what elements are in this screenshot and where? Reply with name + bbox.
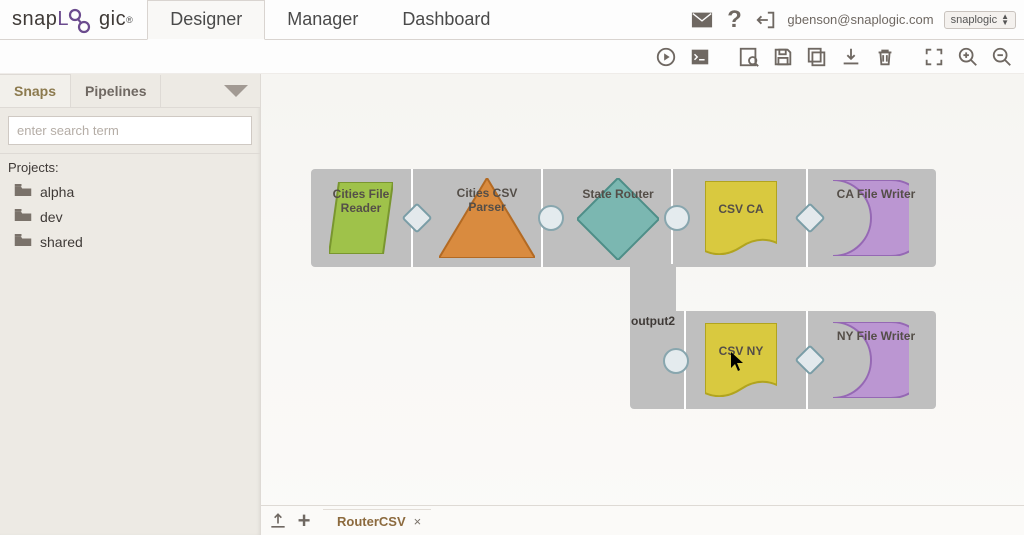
fit-icon[interactable] bbox=[920, 43, 948, 71]
user-email: gbenson@snaplogic.com bbox=[787, 12, 933, 27]
save-icon[interactable] bbox=[769, 43, 797, 71]
snap-connector bbox=[630, 264, 676, 314]
canvas-tab-bar: + RouterCSV × bbox=[261, 505, 1024, 535]
canvas-toolbar bbox=[0, 40, 1024, 74]
snap-csv-ca[interactable] bbox=[705, 181, 777, 255]
terminal-icon[interactable] bbox=[686, 43, 714, 71]
folder-icon bbox=[14, 233, 32, 250]
project-label: alpha bbox=[40, 184, 74, 200]
snap-csv-ny[interactable] bbox=[705, 323, 777, 397]
nav-manager[interactable]: Manager bbox=[265, 1, 380, 39]
add-tab-icon[interactable]: + bbox=[291, 508, 317, 534]
project-label: dev bbox=[40, 209, 63, 225]
snap-ny-writer-label: NY File Writer bbox=[836, 330, 916, 344]
snap-search-input[interactable] bbox=[8, 116, 252, 145]
project-shared[interactable]: shared bbox=[0, 229, 260, 254]
left-panel: Snaps Pipelines Projects: alpha dev shar… bbox=[0, 74, 261, 535]
zoom-in-icon[interactable] bbox=[954, 43, 982, 71]
snap-reader-label: Cities File Reader bbox=[321, 188, 401, 216]
upload-icon[interactable] bbox=[265, 508, 291, 534]
main-nav: Designer Manager Dashboard bbox=[147, 0, 512, 39]
folder-icon bbox=[14, 183, 32, 200]
help-icon[interactable]: ? bbox=[723, 9, 745, 31]
zoom-out-icon[interactable] bbox=[988, 43, 1016, 71]
panel-tab-pipelines[interactable]: Pipelines bbox=[71, 75, 161, 107]
caret-up-down-icon: ▲▼ bbox=[1001, 14, 1009, 26]
panel-tab-snaps[interactable]: Snaps bbox=[0, 74, 71, 107]
pipeline-canvas[interactable]: Cities File Reader Cities CSV Parser Sta… bbox=[261, 74, 1024, 505]
snap-parser-label: Cities CSV Parser bbox=[447, 187, 527, 215]
close-tab-icon[interactable]: × bbox=[414, 514, 422, 529]
pipeline-tab-label: RouterCSV bbox=[337, 514, 406, 529]
download-icon[interactable] bbox=[837, 43, 865, 71]
collapse-triangle-icon[interactable] bbox=[224, 85, 248, 97]
project-dev[interactable]: dev bbox=[0, 204, 260, 229]
copy-icon[interactable] bbox=[803, 43, 831, 71]
snap-csv-ca-label: CSV CA bbox=[701, 203, 781, 217]
output2-label: output2 bbox=[631, 314, 675, 328]
pipeline-tab-routercsv[interactable]: RouterCSV × bbox=[323, 509, 431, 533]
nav-dashboard[interactable]: Dashboard bbox=[380, 1, 512, 39]
mail-icon[interactable] bbox=[691, 9, 713, 31]
org-switcher[interactable]: snaplogic ▲▼ bbox=[944, 11, 1016, 29]
snap-ca-writer-label: CA File Writer bbox=[836, 188, 916, 202]
connector-icon[interactable] bbox=[538, 205, 564, 231]
trash-icon[interactable] bbox=[871, 43, 899, 71]
inspect-icon[interactable] bbox=[735, 43, 763, 71]
snap-csv-ny-label: CSV NY bbox=[701, 345, 781, 359]
connector-icon[interactable] bbox=[663, 348, 689, 374]
nav-designer[interactable]: Designer bbox=[147, 0, 265, 40]
project-label: shared bbox=[40, 234, 83, 250]
run-icon[interactable] bbox=[652, 43, 680, 71]
projects-label: Projects: bbox=[0, 154, 260, 179]
brand-logo: snapL gic® bbox=[12, 6, 133, 34]
connector-icon[interactable] bbox=[664, 205, 690, 231]
snap-router-label: State Router bbox=[578, 188, 658, 202]
logo-glyph-icon bbox=[67, 6, 101, 34]
project-alpha[interactable]: alpha bbox=[0, 179, 260, 204]
logout-icon[interactable] bbox=[755, 9, 777, 31]
folder-icon bbox=[14, 208, 32, 225]
